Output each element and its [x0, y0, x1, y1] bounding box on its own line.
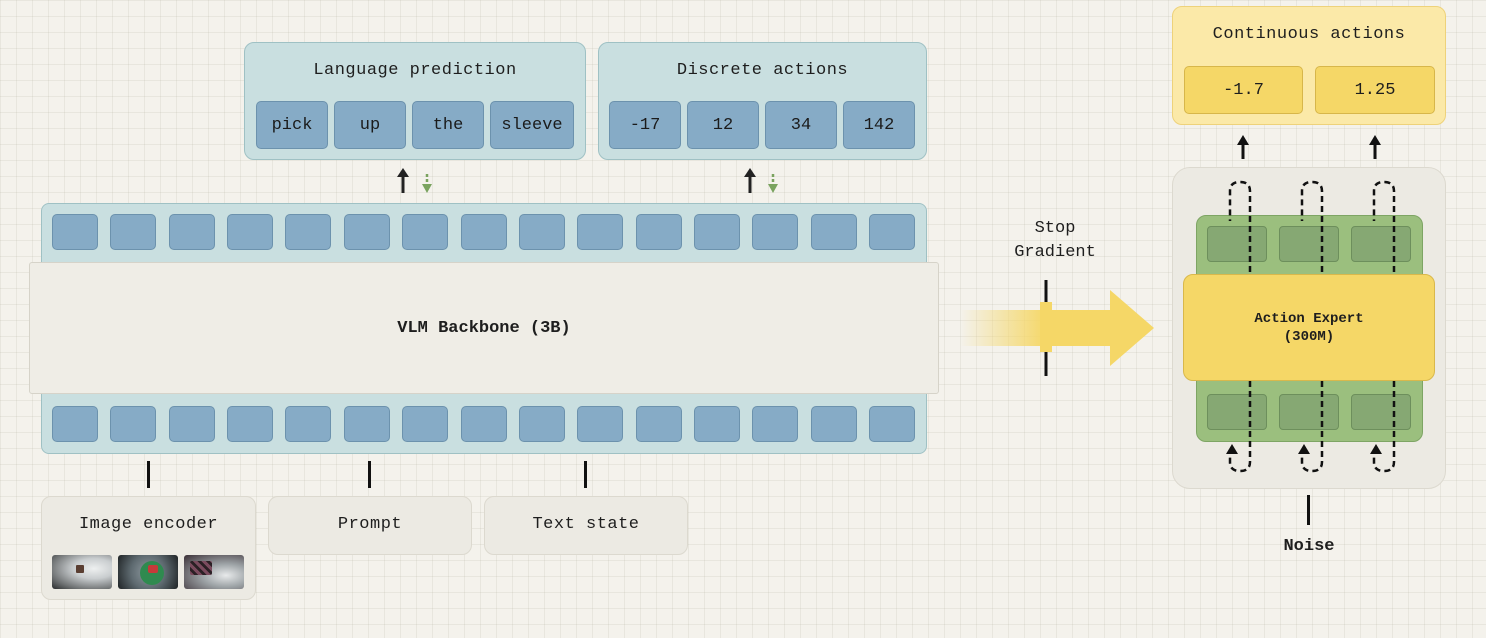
token — [52, 214, 98, 250]
stop-gradient-line1: Stop — [1034, 219, 1076, 238]
noise-label: Noise — [1283, 537, 1335, 556]
token — [110, 406, 156, 442]
token — [52, 406, 98, 442]
continuous-actions-title: Continuous actions — [1212, 25, 1406, 44]
continuous-actions-panel: Continuous actions -1.7 1.25 — [1172, 6, 1446, 125]
language-prediction-title: Language prediction — [313, 61, 517, 80]
token — [227, 214, 273, 250]
camera-image-thumbnail — [118, 555, 178, 589]
token — [461, 406, 507, 442]
connector-line — [368, 461, 371, 488]
vlm-backbone: VLM Backbone (3B) — [29, 262, 939, 394]
image-encoder-box: Image encoder — [41, 496, 256, 600]
token — [519, 406, 565, 442]
token — [285, 406, 331, 442]
token — [694, 214, 740, 250]
token — [752, 406, 798, 442]
language-token: up — [334, 101, 406, 149]
token — [636, 214, 682, 250]
token — [344, 214, 390, 250]
token — [811, 214, 857, 250]
prompt-label: Prompt — [337, 515, 403, 534]
language-token: pick — [256, 101, 328, 149]
action-expert-label: Action Expert — [1254, 310, 1364, 327]
continuous-action-token: -1.7 — [1184, 66, 1303, 114]
token — [869, 406, 915, 442]
token — [169, 214, 215, 250]
stop-gradient-arrow — [960, 280, 1154, 376]
top-token-row — [42, 204, 928, 264]
token — [811, 406, 857, 442]
language-token: the — [412, 101, 484, 149]
token — [169, 406, 215, 442]
action-expert: Action Expert (300M) — [1183, 274, 1435, 381]
token — [285, 214, 331, 250]
text-state-label: Text state — [532, 515, 640, 534]
gradient-down-arrow-icon — [422, 174, 432, 193]
discrete-actions-title: Discrete actions — [676, 61, 849, 80]
token — [869, 214, 915, 250]
connector-line — [147, 461, 150, 488]
up-arrow-icon — [744, 168, 756, 193]
token — [402, 214, 448, 250]
discrete-action-token: 142 — [843, 101, 915, 149]
action-expert-size: (300M) — [1283, 328, 1335, 345]
connector-line — [584, 461, 587, 488]
token — [227, 406, 273, 442]
continuous-action-token: 1.25 — [1315, 66, 1435, 114]
token — [402, 406, 448, 442]
discrete-action-token: 12 — [687, 101, 759, 149]
image-encoder-label: Image encoder — [78, 515, 219, 534]
language-prediction-panel: Language prediction pick up the sleeve — [244, 42, 586, 160]
discrete-action-token: -17 — [609, 101, 681, 149]
token — [519, 214, 565, 250]
vlm-backbone-label: VLM Backbone (3B) — [397, 318, 571, 338]
token — [577, 406, 623, 442]
token — [461, 214, 507, 250]
camera-image-thumbnail — [184, 555, 244, 589]
token — [577, 214, 623, 250]
discrete-action-token: 34 — [765, 101, 837, 149]
up-arrow-icon — [1237, 135, 1381, 159]
token — [636, 406, 682, 442]
gradient-down-arrow-icon — [768, 174, 778, 193]
up-arrow-icon — [397, 168, 409, 193]
right-arrow-icon — [960, 290, 1154, 366]
token — [344, 406, 390, 442]
token — [694, 406, 740, 442]
prompt-box: Prompt — [268, 496, 472, 555]
token — [110, 214, 156, 250]
language-token: sleeve — [490, 101, 574, 149]
token — [752, 214, 798, 250]
stop-gradient-line2: Gradient — [1014, 243, 1096, 262]
camera-image-thumbnail — [52, 555, 112, 589]
backbone-output-arrows — [397, 168, 778, 193]
noise-connector-line — [1307, 495, 1310, 525]
text-state-box: Text state — [484, 496, 688, 555]
bottom-token-row — [42, 395, 928, 455]
stop-gradient-label: Stop Gradient — [995, 217, 1115, 265]
discrete-actions-panel: Discrete actions -17 12 34 142 — [598, 42, 927, 160]
